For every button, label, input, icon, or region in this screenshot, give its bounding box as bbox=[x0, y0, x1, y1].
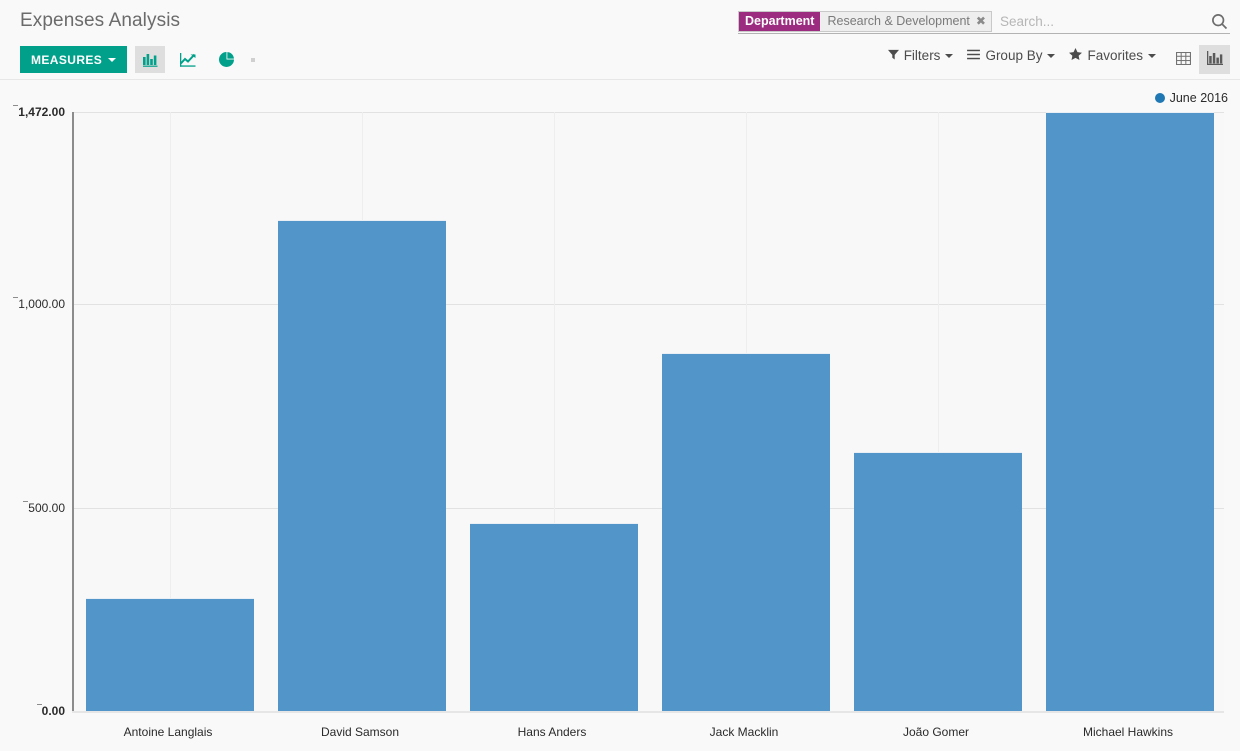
y-axis-tick-mark bbox=[13, 105, 18, 106]
facet-value-text: Research & Development bbox=[827, 14, 969, 28]
filter-icon bbox=[888, 48, 899, 63]
bar-chart-icon bbox=[143, 53, 158, 67]
graph-view-button[interactable] bbox=[1199, 45, 1230, 74]
close-icon[interactable]: ✖ bbox=[976, 15, 986, 27]
view-switcher bbox=[1168, 45, 1230, 74]
chart-controls: MEASURES bbox=[20, 46, 255, 73]
group-by-menu[interactable]: Group By bbox=[967, 48, 1055, 63]
bar[interactable] bbox=[86, 598, 254, 711]
x-axis-tick-label: Jack Macklin bbox=[710, 725, 779, 739]
legend-label: June 2016 bbox=[1170, 91, 1228, 105]
search-view: Department Research & Development ✖ bbox=[738, 9, 1230, 34]
search-facet-department[interactable]: Department Research & Development ✖ bbox=[738, 11, 992, 32]
y-axis-tick-label: 1,000.00 bbox=[18, 297, 65, 311]
bar-chart-type-button[interactable] bbox=[135, 46, 165, 73]
facet-label: Department bbox=[739, 12, 820, 31]
measures-button-label: MEASURES bbox=[31, 53, 102, 67]
filters-menu[interactable]: Filters bbox=[888, 48, 954, 63]
pie-chart-icon bbox=[219, 52, 234, 67]
list-view-button[interactable] bbox=[1168, 45, 1199, 74]
favorites-menu-label: Favorites bbox=[1087, 48, 1143, 63]
y-axis-tick-label: 0.00 bbox=[42, 704, 65, 718]
y-axis-tick-label: 500.00 bbox=[28, 501, 65, 515]
chevron-down-icon bbox=[108, 58, 116, 62]
bar[interactable] bbox=[854, 452, 1022, 711]
y-axis-tick-mark bbox=[13, 297, 18, 298]
line-chart-type-button[interactable] bbox=[173, 46, 203, 73]
graph-view-icon bbox=[1207, 51, 1223, 69]
legend-swatch-icon bbox=[1155, 93, 1165, 103]
filters-menu-label: Filters bbox=[904, 48, 941, 63]
x-axis-tick-label: Michael Hawkins bbox=[1083, 725, 1173, 739]
bar[interactable] bbox=[278, 220, 446, 711]
favorites-menu[interactable]: Favorites bbox=[1069, 48, 1156, 63]
x-axis-tick-label: João Gomer bbox=[903, 725, 969, 739]
search-menus: Filters Group By bbox=[888, 48, 1156, 63]
expenses-analysis-graph-view: Expenses Analysis MEASURES bbox=[0, 0, 1240, 751]
chevron-down-icon bbox=[1047, 54, 1055, 58]
y-axis-tick-mark bbox=[37, 704, 42, 705]
chevron-down-icon bbox=[1148, 54, 1156, 58]
y-axis-tick-mark bbox=[23, 501, 28, 502]
x-axis-tick-label: David Samson bbox=[321, 725, 399, 739]
bar[interactable] bbox=[470, 523, 638, 711]
facet-value: Research & Development ✖ bbox=[820, 12, 991, 31]
measures-button[interactable]: MEASURES bbox=[20, 46, 127, 73]
star-icon bbox=[1069, 48, 1082, 63]
plot-area bbox=[72, 112, 1224, 711]
y-axis-tick-label: 1,472.00 bbox=[18, 105, 65, 119]
line-chart-icon bbox=[180, 53, 196, 67]
chevron-down-icon bbox=[945, 54, 953, 58]
overflow-dot-icon bbox=[251, 58, 255, 62]
list-lines-icon bbox=[967, 48, 980, 63]
search-icon[interactable] bbox=[1205, 13, 1230, 30]
list-view-icon bbox=[1176, 52, 1191, 68]
chart-legend: June 2016 bbox=[1155, 91, 1228, 105]
pie-chart-type-button[interactable] bbox=[211, 46, 241, 73]
x-axis-line bbox=[72, 711, 1224, 713]
page-title: Expenses Analysis bbox=[20, 10, 180, 32]
group-by-menu-label: Group By bbox=[985, 48, 1042, 63]
x-axis-tick-label: Hans Anders bbox=[518, 725, 587, 739]
search-input[interactable] bbox=[992, 13, 1205, 30]
control-panel: Expenses Analysis MEASURES bbox=[0, 0, 1240, 80]
graph-renderer: June 2016 0.00 500.00 1,000.00 1,472.00 Ant… bbox=[0, 80, 1240, 751]
x-axis-tick-label: Antoine Langlais bbox=[124, 725, 213, 739]
bar[interactable] bbox=[662, 353, 830, 711]
bar[interactable] bbox=[1046, 112, 1214, 711]
